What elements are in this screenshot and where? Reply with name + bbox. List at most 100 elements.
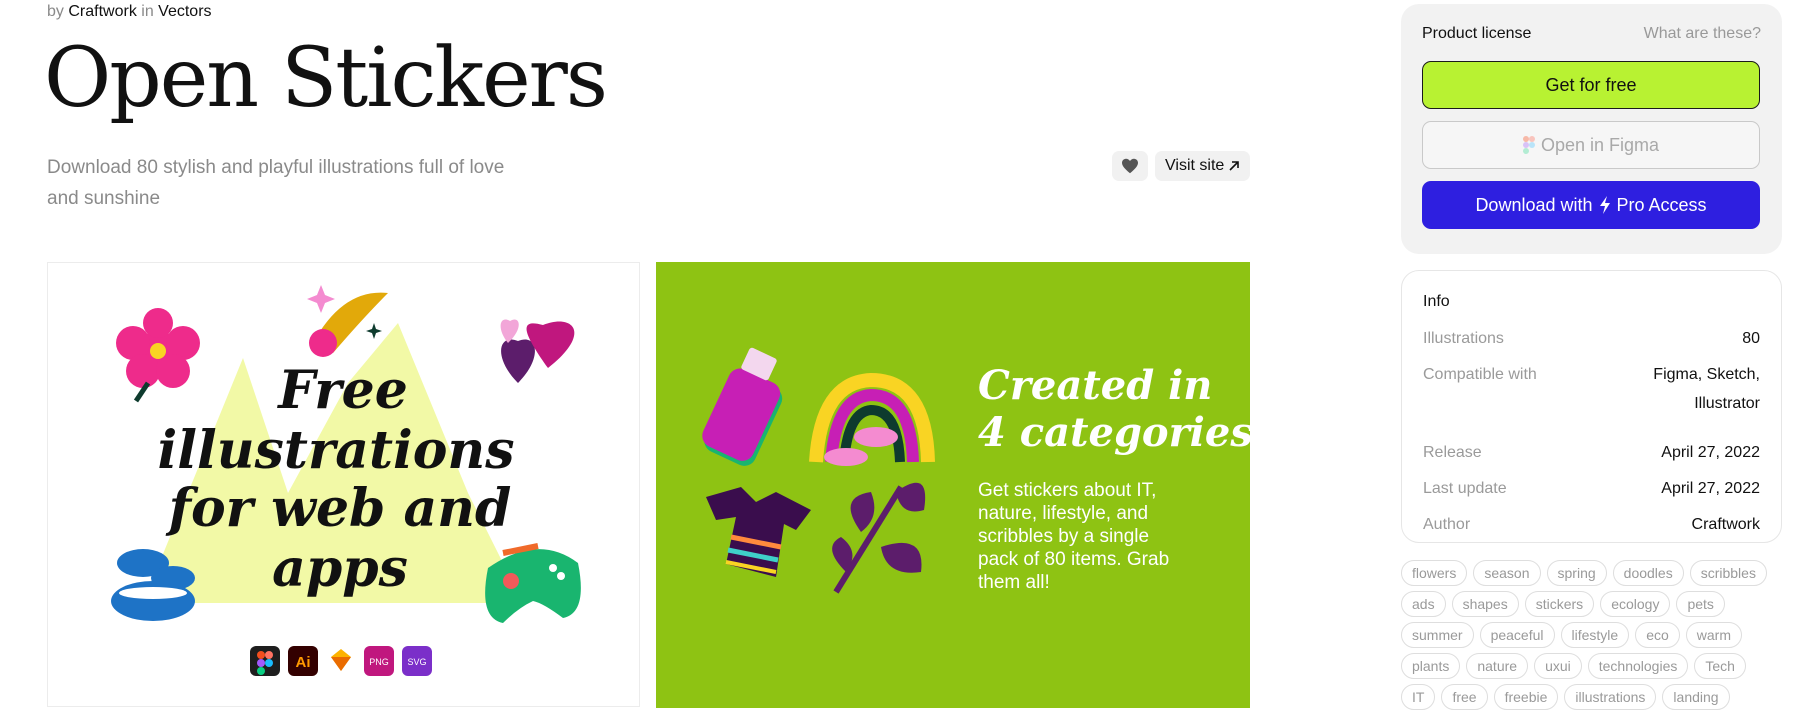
tag[interactable]: doodles [1612,560,1684,586]
tag[interactable]: plants [1401,653,1461,679]
license-header: Product license What are these? [1422,25,1761,43]
tag[interactable]: lifestyle [1560,622,1630,648]
author-link[interactable]: Craftwork [68,3,136,20]
headline-line-1: Free [276,360,408,421]
flower-icon [116,308,200,403]
info-value: April 27, 2022 [1661,480,1760,497]
tag[interactable]: pets [1676,591,1725,617]
headline-line-2: illustrations [158,420,515,481]
byline-prefix: by [47,3,64,20]
byline-in: in [141,3,154,20]
tag[interactable]: technologies [1587,653,1689,679]
arrow-up-right-icon [1229,161,1240,171]
tag[interactable]: ecology [1600,591,1671,617]
download-pro-button[interactable]: Download with Pro Access [1422,181,1760,229]
info-panel: Info Illustrations 80 Compatible with Fi… [1401,270,1782,543]
get-for-free-label: Get for free [1545,74,1637,95]
headline-line-4: apps [272,538,408,599]
info-key: Last update [1423,480,1507,497]
tag[interactable]: eco [1635,622,1680,648]
categories-body-line-4: pack of 80 items. Grab [978,549,1169,570]
svg-text:Ai: Ai [296,654,311,671]
svg-text:SVG: SVG [407,657,426,667]
tag[interactable]: summer [1401,622,1474,648]
lightning-icon [1599,196,1610,214]
tag[interactable]: landing [1662,684,1730,710]
info-value-line-1: Figma, Sketch, [1653,366,1760,383]
format-badges: Ai PNG SVG [250,646,432,676]
visit-site-button[interactable]: Visit site [1155,151,1251,181]
visit-site-label: Visit site [1165,157,1225,174]
what-are-these-link[interactable]: What are these? [1644,25,1761,43]
tag[interactable]: peaceful [1479,622,1555,648]
download-pro-label-post: Pro Access [1616,194,1707,215]
preview1-art: Free illustrations for web and apps Ai P… [111,285,581,676]
info-row-compatible: Compatible with Figma, Sketch, Illustrat… [1423,360,1760,418]
categories-body-line-2: nature, lifestyle, and [978,503,1148,524]
category-link[interactable]: Vectors [158,3,211,20]
tag[interactable]: freebie [1493,684,1559,710]
info-value-line-2: Illustrator [1694,395,1760,412]
tshirt-icon [706,487,811,577]
categories-body-line-1: Get stickers about IT, [978,480,1156,501]
open-in-figma-button[interactable]: Open in Figma [1422,121,1760,169]
preview-image-free-illustrations[interactable]: Free illustrations for web and apps Ai P… [47,262,640,707]
preview2-art: Created in 4 categories Get stickers abo… [702,347,1250,594]
png-icon: PNG [364,646,394,676]
tag[interactable]: stickers [1524,591,1595,617]
tag[interactable]: nature [1466,653,1529,679]
figma-icon [1522,136,1535,154]
info-key: Illustrations [1423,330,1504,347]
info-value: Craftwork [1691,516,1760,533]
tag[interactable]: Tech [1694,653,1746,679]
download-pro-label-pre: Download with [1475,194,1593,215]
info-value: April 27, 2022 [1661,444,1760,461]
tag[interactable]: season [1473,560,1541,586]
byline: by Craftwork in Vectors [47,3,212,21]
license-panel: Product license What are these? Get for … [1401,4,1782,254]
info-row-author: Author Craftwork [1423,510,1760,539]
license-label: Product license [1422,25,1532,42]
tag[interactable]: warm [1685,622,1742,648]
like-button[interactable] [1112,151,1148,181]
rainbow-icon [809,372,935,466]
info-key: Author [1423,516,1471,533]
categories-heading-line-2: 4 categories [978,409,1250,456]
tag[interactable]: scribbles [1689,560,1767,586]
tag[interactable]: illustrations [1564,684,1657,710]
get-for-free-button[interactable]: Get for free [1422,61,1760,109]
info-key: Compatible with [1423,366,1537,383]
heart-icon [1122,158,1138,174]
headline-line-3: for web and [165,478,512,539]
leaf-branch-icon [832,482,926,594]
hearts-icon [500,319,575,383]
sketch-icon [326,646,356,676]
open-in-figma-label: Open in Figma [1540,134,1660,155]
info-key: Release [1423,444,1482,461]
info-title: Info [1423,293,1450,310]
categories-body-line-3: scribbles by a single [978,526,1149,547]
tag[interactable]: free [1441,684,1488,710]
info-row-illustrations: Illustrations 80 [1423,324,1760,353]
info-row-last-update: Last update April 27, 2022 [1423,474,1760,503]
info-value: 80 [1742,330,1760,347]
info-row-release: Release April 27, 2022 [1423,438,1760,467]
comet-icon [307,285,388,357]
tag[interactable]: uxui [1534,653,1582,679]
illustrator-icon: Ai [288,646,318,676]
product-description: Download 80 stylish and playful illustra… [47,157,505,209]
preview-image-categories[interactable]: Created in 4 categories Get stickers abo… [656,262,1250,708]
tag[interactable]: IT [1401,684,1436,710]
usb-drive-icon [702,347,783,466]
svg-icon: SVG [402,646,432,676]
categories-body-line-5: them all! [978,572,1050,593]
tag[interactable]: spring [1546,560,1607,586]
figma-icon [250,646,280,676]
categories-heading-line-1: Created in [978,362,1212,409]
page-title: Open Stickers [44,31,608,126]
tag[interactable]: ads [1401,591,1446,617]
info-value: Figma, Sketch, Illustrator [1653,360,1760,418]
svg-text:PNG: PNG [369,657,389,667]
tag[interactable]: shapes [1451,591,1519,617]
tag[interactable]: flowers [1401,560,1468,586]
